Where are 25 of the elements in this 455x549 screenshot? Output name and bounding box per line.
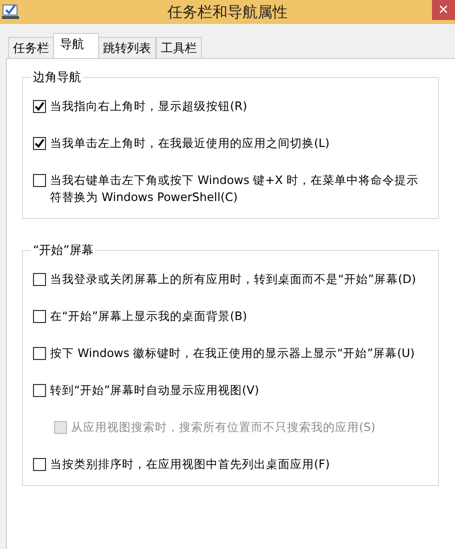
checkbox[interactable] [33,310,46,323]
group-title: “开始”屏幕 [31,242,96,258]
tab[interactable]: 工具栏 [156,37,202,58]
checkbox[interactable] [33,384,46,397]
checkbox-window-icon [2,4,20,20]
group-title: 边角导航 [31,69,83,85]
checkbox-label[interactable]: 转到“开始”屏幕时自动显示应用视图(V) [50,382,259,399]
checkbox-label[interactable]: 当我指向右上角时，显示超级按钮(R) [50,98,248,115]
tab[interactable]: 导航 [53,33,99,58]
window-title: 任务栏和导航属性 [168,2,288,22]
checkbox-label[interactable]: 当我登录或关闭屏幕上的所有应用时，转到桌面而不是“开始”屏幕(D) [50,271,416,288]
checkbox-label[interactable]: 在“开始”屏幕上显示我的桌面背景(B) [50,308,248,325]
checkbox[interactable] [33,174,46,187]
tab[interactable]: 跳转列表 [98,37,156,58]
checkbox-label[interactable]: 当按类别排序时，在应用视图中首先列出桌面应用(F) [50,456,330,473]
checkbox-label[interactable]: 当我单击左上角时，在我最近使用的应用之间切换(L) [50,135,330,152]
checkbox-label[interactable]: 当我右键单击左下角或按下 Windows 键+X 时，在菜单中将命令提示符替换为 Windows PowerShell(C) [50,172,430,206]
checkbox[interactable] [33,100,46,113]
checkbox[interactable] [33,273,46,286]
checkbox-label[interactable]: 按下 Windows 徽标键时，在我正使用的显示器上显示“开始”屏幕(U) [50,345,415,362]
checkbox[interactable] [33,458,46,471]
checkbox[interactable] [33,347,46,360]
close-button[interactable]: ✕ [432,0,455,20]
tab[interactable]: 任务栏 [8,37,54,58]
checkbox[interactable] [33,137,46,150]
